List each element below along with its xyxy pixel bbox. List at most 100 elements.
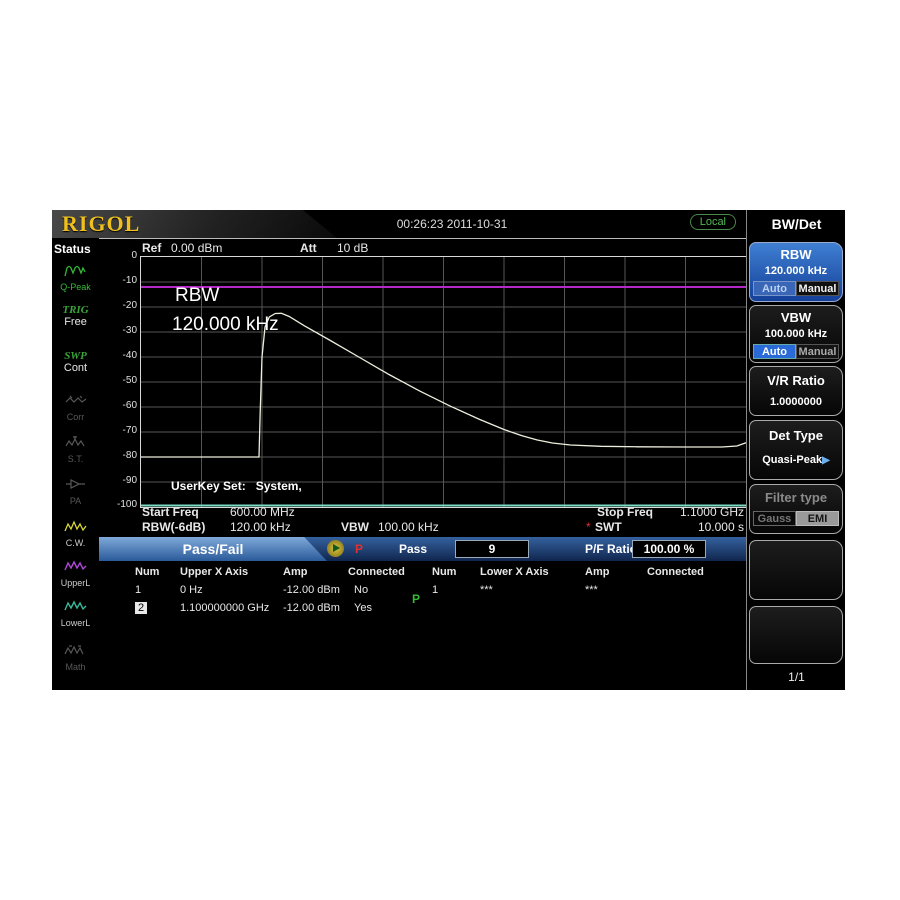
rbw-value: 120.000 kHz xyxy=(750,265,842,277)
att-label: Att xyxy=(300,241,317,255)
trig-label: TRIG xyxy=(52,304,99,316)
bw-row: RBW(-6dB) 120.00 kHz VBW 100.00 kHz * SW… xyxy=(99,520,746,535)
filter-gauss-toggle[interactable]: Gauss xyxy=(753,511,796,526)
sidebar-item-label: Math xyxy=(52,662,99,672)
pf-ratio-label: P/F Ratio xyxy=(585,542,637,556)
qpeak-wave-icon xyxy=(64,264,88,277)
col-header: Amp xyxy=(585,566,609,578)
filter-type-label: Filter type xyxy=(750,490,842,505)
vbw-value: 100.000 kHz xyxy=(750,328,842,340)
trace-canvas xyxy=(141,257,746,507)
rbw-auto-toggle[interactable]: Auto xyxy=(753,281,796,296)
col-header: Lower X Axis xyxy=(480,566,549,578)
passfail-title-tab: Pass/Fail xyxy=(99,537,327,561)
sidebar-item-lowerl: LowerL xyxy=(52,600,99,638)
main-area: Ref 0.00 dBm Att 10 dB 0 -10 -20 -30 -40… xyxy=(99,238,746,690)
corr-wave-icon xyxy=(64,394,88,407)
ref-label: Ref xyxy=(142,241,161,255)
status-title: Status xyxy=(54,242,98,256)
menu-page-indicator: 1/1 xyxy=(747,670,845,684)
local-badge: Local xyxy=(690,214,736,230)
ref-value: 0.00 dBm xyxy=(171,241,222,255)
sidebar-item-st: S.T. xyxy=(52,436,99,474)
userkey-message: UserKey Set: System, xyxy=(171,479,302,493)
y-tick: -20 xyxy=(99,300,137,311)
softkey-blank-1[interactable] xyxy=(749,540,843,600)
trig-mode: Free xyxy=(52,316,99,328)
vbw-button[interactable]: VBW 100.000 kHz Auto Manual xyxy=(749,305,843,363)
upper-amp: -12.00 dBm xyxy=(283,602,340,614)
y-tick: -90 xyxy=(99,475,137,486)
sidebar-item-label: Corr xyxy=(52,412,99,422)
sidebar-item-label: C.W. xyxy=(52,538,99,548)
col-header: Num xyxy=(432,566,456,578)
swt-value: 10.000 s xyxy=(698,520,744,534)
y-tick: -70 xyxy=(99,425,137,436)
att-value: 10 dB xyxy=(337,241,368,255)
sidebar-item-upperl: UpperL xyxy=(52,560,99,598)
rbw-manual-toggle[interactable]: Manual xyxy=(796,281,839,296)
swp-mode: Cont xyxy=(52,362,99,374)
vr-ratio-label: V/R Ratio xyxy=(750,373,842,388)
lower-limit-wave-icon xyxy=(64,600,88,613)
pass-count-box: 9 xyxy=(455,540,529,558)
lower-x: *** xyxy=(480,584,493,596)
st-wave-icon xyxy=(64,436,88,449)
swt-label: SWT xyxy=(595,520,622,534)
det-type-value: Quasi-Peak▶ xyxy=(750,454,842,466)
spectrum-plot: RBW 120.000 kHz UserKey Set: System, xyxy=(140,256,747,508)
status-sidebar: Status Q-Peak TRIG Free SWP Cont Corr S.… xyxy=(52,238,100,690)
filter-emi-toggle[interactable]: EMI xyxy=(796,511,839,526)
pa-amp-icon xyxy=(64,478,88,491)
col-header: Num xyxy=(135,566,159,578)
upper-num-selected: 2 xyxy=(135,602,147,614)
rbw-button[interactable]: RBW 120.000 kHz Auto Manual xyxy=(749,242,843,302)
filter-type-button[interactable]: Filter type Gauss EMI xyxy=(749,484,843,534)
sidebar-item-label: Q-Peak xyxy=(52,282,99,292)
rbw-label: RBW xyxy=(750,247,842,262)
col-header: Upper X Axis xyxy=(180,566,248,578)
start-freq-label: Start Freq xyxy=(142,505,199,519)
pass-indicator: P xyxy=(355,542,363,556)
sidebar-item-pa: PA xyxy=(52,478,99,516)
vbw-value: 100.00 kHz xyxy=(378,520,439,534)
rbw-6db-label: RBW(-6dB) xyxy=(142,520,205,534)
sidebar-item-corr: Corr xyxy=(52,394,99,432)
sidebar-item-label: UpperL xyxy=(52,578,99,588)
upper-x: 0 Hz xyxy=(180,584,203,596)
y-tick: -30 xyxy=(99,325,137,336)
freq-row: Start Freq 600.00 MHz Stop Freq 1.1000 G… xyxy=(99,505,746,520)
stop-freq-value: 1.1000 GHz xyxy=(680,505,744,519)
col-header: Amp xyxy=(283,566,307,578)
submenu-arrow-icon: ▶ xyxy=(822,455,830,466)
sidebar-item-math: Math xyxy=(52,644,99,682)
softkey-blank-2[interactable] xyxy=(749,606,843,664)
y-tick: -10 xyxy=(99,275,137,286)
det-type-label: Det Type xyxy=(750,428,842,443)
pass-marker: P xyxy=(412,592,420,606)
y-tick: 0 xyxy=(99,250,137,261)
sidebar-item-label: S.T. xyxy=(52,454,99,464)
menu-title: BW/Det xyxy=(747,216,845,232)
det-type-value-text: Quasi-Peak xyxy=(762,454,822,466)
rbw-overlay-value: 120.000 kHz xyxy=(172,314,279,336)
datetime-display: 00:26:23 2011-10-31 xyxy=(302,217,602,231)
upper-connected: Yes xyxy=(354,602,372,614)
col-header: Connected xyxy=(348,566,405,578)
sidebar-item-qpeak: Q-Peak xyxy=(52,264,99,302)
start-freq-value: 600.00 MHz xyxy=(230,505,295,519)
analyzer-screen: RIGOL 00:26:23 2011-10-31 Local Status Q… xyxy=(52,210,845,690)
y-tick: -50 xyxy=(99,375,137,386)
det-type-button[interactable]: Det Type Quasi-Peak▶ xyxy=(749,420,843,480)
vbw-auto-toggle[interactable]: Auto xyxy=(753,344,796,359)
cw-wave-icon xyxy=(64,520,88,533)
userkey-value: System, xyxy=(256,479,302,493)
stop-freq-label: Stop Freq xyxy=(597,505,653,519)
sidebar-item-label: LowerL xyxy=(52,618,99,628)
sidebar-item-trig: TRIG Free xyxy=(52,304,99,342)
softkey-menu: BW/Det RBW 120.000 kHz Auto Manual VBW 1… xyxy=(746,210,845,690)
vbw-manual-toggle[interactable]: Manual xyxy=(796,344,839,359)
vr-ratio-button[interactable]: V/R Ratio 1.0000000 xyxy=(749,366,843,416)
upper-x: 1.100000000 GHz xyxy=(180,602,269,614)
play-icon[interactable] xyxy=(327,540,344,557)
